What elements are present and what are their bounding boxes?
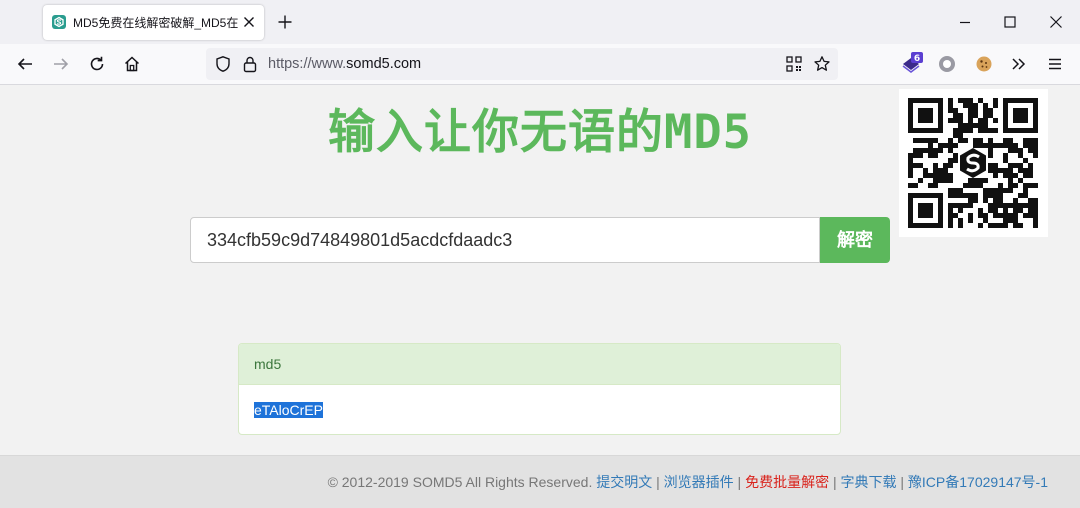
qr-code-image — [899, 89, 1048, 237]
plaintext-result[interactable]: eTAloCrEP — [254, 402, 323, 418]
home-icon[interactable] — [123, 55, 141, 73]
qr-code-graphic — [908, 98, 1038, 228]
back-arrow-icon[interactable] — [16, 55, 34, 73]
new-tab-icon[interactable] — [278, 15, 292, 29]
url-text[interactable]: https://www.somd5.com — [268, 55, 421, 73]
cookie-icon[interactable] — [975, 55, 993, 73]
extension-badge-count: 6 — [914, 54, 920, 64]
close-window-icon[interactable] — [1049, 15, 1063, 29]
decrypt-button[interactable]: 解密 — [820, 217, 890, 263]
submit-plaintext-link[interactable]: 提交明文 — [596, 474, 652, 490]
footer-line: © 2012-2019 SOMD5 All Rights Reserved. 提… — [328, 473, 1048, 491]
dictionary-download-link[interactable]: 字典下载 — [841, 474, 897, 490]
tracking-shield-icon[interactable] — [214, 55, 232, 73]
browser-plugin-link[interactable]: 浏览器插件 — [664, 474, 734, 490]
footer-separator: | — [896, 474, 908, 490]
page-footer: © 2012-2019 SOMD5 All Rights Reserved. 提… — [0, 455, 1080, 508]
result-panel: md5 eTAloCrEP — [238, 343, 841, 435]
lock-icon[interactable] — [242, 55, 258, 73]
url-domain: somd5.com — [346, 56, 422, 72]
result-panel-heading: md5 — [239, 344, 840, 385]
minimize-icon[interactable] — [958, 15, 972, 29]
maximize-icon[interactable] — [1003, 15, 1017, 29]
url-prefix: https://www. — [268, 56, 347, 72]
footer-separator: | — [652, 474, 664, 490]
address-bar[interactable]: https://www.somd5.com — [206, 48, 838, 80]
hamburger-menu-icon[interactable] — [1046, 55, 1064, 73]
icp-license-link[interactable]: 豫ICP备17029147号-1 — [908, 474, 1048, 490]
qr-logo-icon — [960, 148, 986, 178]
footer-separator: | — [733, 474, 746, 490]
tab-bar: MD5免费在线解密破解_MD5在线加密-SOMD5 — [0, 0, 1080, 44]
browser-tab[interactable]: MD5免费在线解密破解_MD5在线加密-SOMD5 — [43, 5, 264, 40]
tab-title: MD5免费在线解密破解_MD5在线加密-SOMD5 — [73, 16, 238, 30]
more-tools-chevron-icon[interactable] — [1010, 55, 1028, 73]
footer-separator: | — [829, 474, 841, 490]
qr-code-icon[interactable] — [786, 56, 802, 72]
somd5-favicon-icon — [52, 15, 66, 29]
bookmark-star-icon[interactable] — [813, 55, 831, 73]
result-panel-body: eTAloCrEP — [239, 385, 840, 419]
circle-extension-icon[interactable] — [938, 55, 956, 73]
free-batch-decrypt-link[interactable]: 免费批量解密 — [745, 474, 829, 490]
page-content: 输入让你无语的MD5 解密 md5 eTAloCrEP © 2012-2019 … — [0, 85, 1080, 508]
md5-hash-input[interactable] — [190, 217, 820, 263]
reload-icon[interactable] — [88, 55, 106, 73]
extension-icon[interactable]: 6 — [901, 52, 923, 74]
forward-arrow-icon[interactable] — [52, 55, 70, 73]
close-tab-icon[interactable] — [243, 16, 255, 28]
footer-copyright: © 2012-2019 SOMD5 All Rights Reserved. — [327, 474, 597, 490]
navigation-toolbar: https://www.somd5.com 6 — [0, 44, 1080, 85]
